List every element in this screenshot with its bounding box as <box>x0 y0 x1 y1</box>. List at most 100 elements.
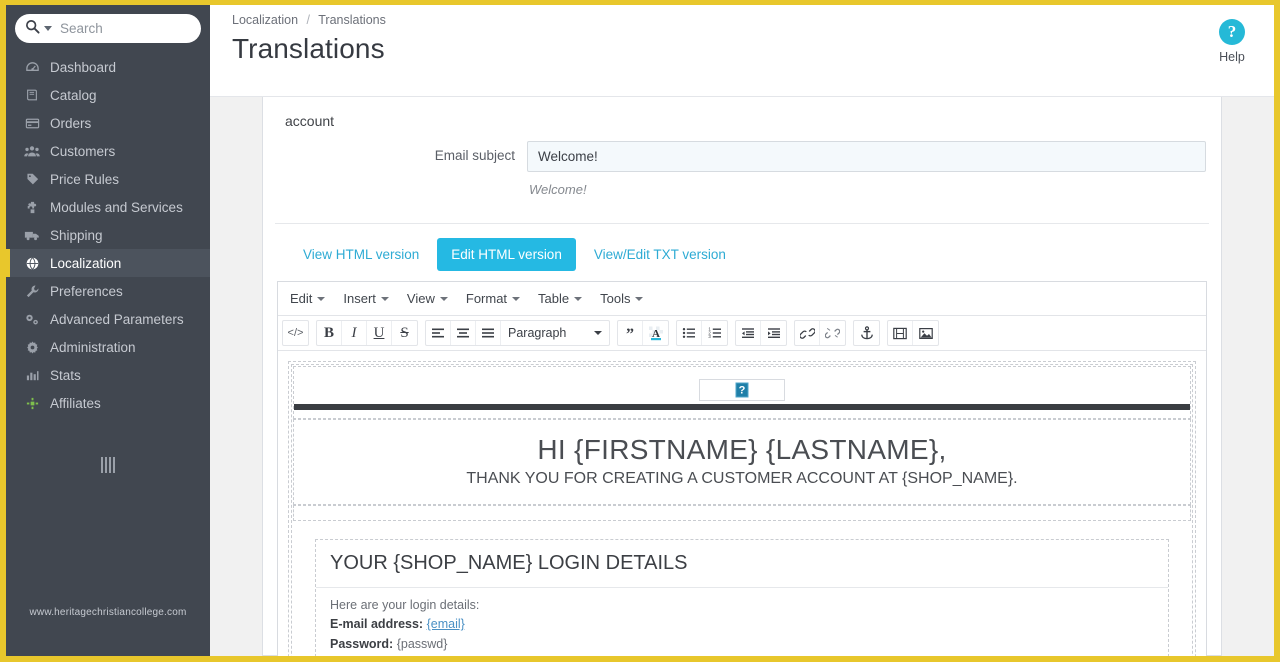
translation-panel: account Email subject Welcome! View HTML… <box>262 97 1222 656</box>
email-subject-label: Email subject <box>434 148 515 163</box>
sidebar-item-shipping[interactable]: Shipping <box>6 221 210 249</box>
sidebar-item-catalog[interactable]: Catalog <box>6 81 210 109</box>
tab-view-html-version[interactable]: View HTML version <box>289 238 433 271</box>
align-center-icon[interactable] <box>451 321 476 345</box>
sidebar-item-dashboard[interactable]: Dashboard <box>6 53 210 81</box>
sidebar-item-label: Customers <box>50 143 116 159</box>
align-left-icon[interactable] <box>426 321 451 345</box>
bold-icon[interactable]: B <box>317 321 342 345</box>
email-subject-row: Email subject Welcome! <box>275 141 1209 197</box>
menu-edit[interactable]: Edit <box>282 287 333 310</box>
sidebar-item-affiliates[interactable]: Affiliates <box>6 389 210 417</box>
login-password-value: {passwd} <box>396 636 448 651</box>
strikethrough-icon[interactable]: S <box>392 321 417 345</box>
sidebar-item-customers[interactable]: Customers <box>6 137 210 165</box>
image-icon[interactable] <box>913 321 938 345</box>
toolbar-group-indent <box>735 320 787 346</box>
chevron-down-icon <box>380 296 389 301</box>
toolbar-group-media <box>887 320 939 346</box>
format-select[interactable]: Paragraph <box>501 321 609 345</box>
sidebar-item-localization[interactable]: Localization <box>6 249 219 277</box>
bar-chart-icon <box>22 368 42 383</box>
sidebar-item-label: Dashboard <box>50 59 117 75</box>
sidebar-item-administration[interactable]: Administration <box>6 333 210 361</box>
globe-icon <box>22 256 42 271</box>
align-justify-icon[interactable] <box>476 321 501 345</box>
watermark: www.heritagechristiancollege.com <box>29 607 187 618</box>
sidebar-item-price-rules[interactable]: Price Rules <box>6 165 210 193</box>
sidebar-item-stats[interactable]: Stats <box>6 361 210 389</box>
menu-insert[interactable]: Insert <box>335 287 397 310</box>
sidebar-item-label: Affiliates <box>50 395 101 411</box>
media-icon[interactable] <box>888 321 913 345</box>
search-pill[interactable] <box>15 14 201 43</box>
tab-view-edit-txt-version[interactable]: View/Edit TXT version <box>580 238 740 271</box>
handle-bar <box>101 457 103 473</box>
search-scope-chevron-down-icon[interactable] <box>44 26 52 31</box>
menu-table[interactable]: Table <box>530 287 590 310</box>
anchor-icon[interactable] <box>854 321 879 345</box>
breadcrumb-current[interactable]: Translations <box>318 13 386 27</box>
chevron-down-icon <box>317 296 326 301</box>
toolbar-group-quote-color: ” A <box>617 320 669 346</box>
section-title: account <box>285 113 335 129</box>
broken-image-icon[interactable]: ? <box>699 379 785 401</box>
menu-format[interactable]: Format <box>458 287 528 310</box>
login-email-label: E-mail address: <box>330 617 424 632</box>
login-details-body: Here are your login details: E-mail addr… <box>316 588 1168 656</box>
link-icon[interactable] <box>795 321 820 345</box>
content-scroll-area[interactable]: account Email subject Welcome! View HTML… <box>210 97 1274 656</box>
sidebar-item-modules-and-services[interactable]: Modules and Services <box>6 193 210 221</box>
login-intro: Here are your login details: <box>330 598 480 612</box>
breadcrumb-parent[interactable]: Localization <box>232 13 298 27</box>
format-select-value: Paragraph <box>508 326 567 340</box>
numbered-list-icon[interactable]: 123 <box>702 321 727 345</box>
source-code-icon[interactable]: </> <box>283 321 308 345</box>
outdent-icon[interactable] <box>736 321 761 345</box>
truck-icon <box>22 228 42 242</box>
cogs-icon <box>22 312 42 327</box>
handle-bar <box>113 457 115 473</box>
unlink-icon[interactable] <box>820 321 845 345</box>
editor-menubar: Edit Insert View Format Table Tools <box>278 282 1206 316</box>
sidebar: Dashboard Catalog Orders Customers <box>6 5 219 656</box>
sidebar-item-label: Modules and Services <box>50 199 183 215</box>
sidebar-item-orders[interactable]: Orders <box>6 109 210 137</box>
indent-icon[interactable] <box>761 321 786 345</box>
help-button[interactable]: ? Help <box>1204 19 1260 64</box>
toolbar-group-source: </> <box>282 320 309 346</box>
svg-text:3: 3 <box>708 334 711 339</box>
main-content: Localization / Translations Translations… <box>210 5 1274 656</box>
editor-body[interactable]: ? HI {FIRSTNAME} {LASTNAME}, THANK YOU F… <box>278 351 1206 656</box>
handle-bar <box>109 457 111 473</box>
email-inner-table: ? HI {FIRSTNAME} {LASTNAME}, THANK YOU F… <box>291 364 1193 656</box>
underline-icon[interactable]: U <box>367 321 392 345</box>
sidebar-item-label: Advanced Parameters <box>50 311 184 327</box>
collapse-menu-handle[interactable] <box>97 455 119 475</box>
page-header: Localization / Translations Translations… <box>210 5 1274 97</box>
menu-view[interactable]: View <box>399 287 456 310</box>
sidebar-item-label: Administration <box>50 339 136 355</box>
login-password-label: Password: <box>330 636 394 651</box>
text-color-icon[interactable]: A <box>643 321 668 345</box>
italic-icon[interactable]: I <box>342 321 367 345</box>
menu-label: View <box>406 291 435 306</box>
users-icon <box>22 144 42 158</box>
toolbar-group-anchor <box>853 320 880 346</box>
bullet-list-icon[interactable] <box>677 321 702 345</box>
browser-viewport: Dashboard Catalog Orders Customers <box>0 0 1280 662</box>
sidebar-item-advanced-parameters[interactable]: Advanced Parameters <box>6 305 210 333</box>
tab-edit-html-version[interactable]: Edit HTML version <box>437 238 576 271</box>
email-subject-input[interactable] <box>527 141 1206 172</box>
menu-tools[interactable]: Tools <box>592 287 651 310</box>
sidebar-item-preferences[interactable]: Preferences <box>6 277 210 305</box>
chevron-down-icon <box>439 296 448 301</box>
login-email-value[interactable]: {email} <box>427 617 465 631</box>
search-input[interactable] <box>60 21 191 36</box>
tag-icon <box>22 172 42 187</box>
login-email-line: E-mail address: {email} <box>330 615 1154 634</box>
blockquote-icon[interactable]: ” <box>618 321 643 345</box>
email-subject-hint: Welcome! <box>529 182 587 197</box>
version-tabs: View HTML version Edit HTML version View… <box>275 224 1209 271</box>
chevron-down-icon <box>635 296 644 301</box>
